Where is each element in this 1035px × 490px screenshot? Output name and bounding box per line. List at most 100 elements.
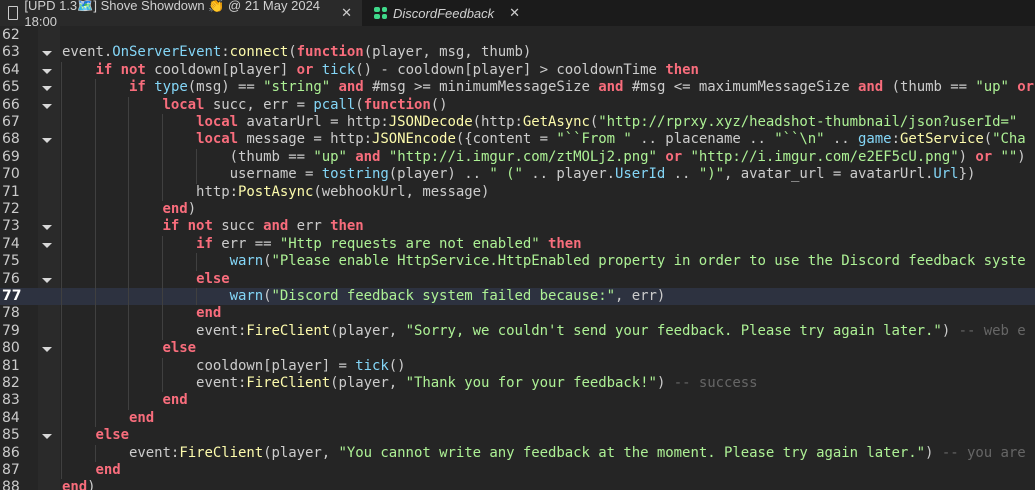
text-token: ( (355, 96, 364, 113)
text-token: (player, (263, 444, 339, 461)
code-line[interactable]: 74 if err == "Http requests are not enab… (0, 235, 1035, 254)
string-token: "``\n" (774, 131, 825, 148)
string-token: "Http requests are not enabled" (279, 235, 540, 252)
code-line[interactable]: 85 else (0, 427, 1035, 445)
code-line[interactable]: 67 local avatarUrl = http:JSONDecode(htt… (0, 114, 1035, 132)
code-line[interactable]: 62 (0, 27, 1035, 44)
code-editor[interactable]: 62 63 event.OnServerEvent:connect(function… (0, 26, 1035, 490)
text-token: (webhookUrl, message) (313, 183, 490, 200)
text-token: ) (187, 201, 197, 217)
fold-arrow-icon[interactable] (42, 434, 52, 440)
code-line[interactable]: 78 end (0, 305, 1035, 323)
text-token: event. (62, 44, 113, 61)
code-line[interactable]: 69 (thumb == "up" and "http://i.imgur.co… (0, 148, 1035, 167)
string-token: "http://i.imgur.com/ztMOLj2.png" (388, 148, 657, 165)
string-token: "http://rprxy.xyz/headshot-thumbnail/jso… (598, 114, 1018, 130)
code-line[interactable]: 66 local succ, err = pcall(function() (0, 96, 1035, 114)
code-line[interactable]: 87 end (0, 462, 1035, 480)
code-text: if err == "Http requests are not enabled… (62, 236, 582, 253)
text-token: (player) .. (388, 166, 490, 183)
keyword-token: if (196, 235, 213, 252)
string-token: "Cha (992, 131, 1026, 148)
code-line[interactable]: 64 if not cooldown[player] or tick() - c… (0, 61, 1035, 80)
keyword-token: then (665, 61, 699, 78)
text-token: (player, msg, thumb) (363, 44, 532, 61)
close-icon[interactable]: ✕ (509, 5, 520, 21)
keyword-token: function (296, 44, 364, 61)
fold-arrow-icon[interactable] (42, 103, 52, 109)
string-token: "Thank you for your feedback!" (405, 375, 657, 391)
code-line[interactable]: 71 http:PostAsync(webhookUrl, message) (0, 183, 1035, 201)
code-line[interactable]: 77 warn("Discord feedback system failed … (0, 288, 1035, 306)
tab-place[interactable]: [UPD 1.3🗺️] Shove Showdown 👏 @ 21 May 20… (0, 0, 362, 29)
text-token: err (288, 218, 331, 235)
code-text: event:FireClient(player, "You cannot wri… (62, 445, 1026, 462)
fold-arrow-icon[interactable] (42, 347, 52, 353)
keyword-token: then (548, 235, 582, 252)
text-token: ) (87, 479, 96, 490)
code-text: (thumb == "up" and "http://i.imgur.com/z… (62, 149, 1026, 166)
code-line[interactable]: 72 end) (0, 201, 1035, 219)
close-icon[interactable]: ✕ (341, 5, 352, 21)
line-number: 78 (2, 305, 20, 322)
keyword-token: else (162, 340, 197, 357)
code-text: http:PostAsync(webhookUrl, message) (62, 184, 489, 201)
comment-token: -- success (673, 375, 758, 391)
line-number: 71 (2, 183, 20, 200)
code-line[interactable]: 86 event:FireClient(player, "You cannot … (0, 444, 1035, 462)
line-number: 88 (2, 479, 20, 490)
code-line[interactable]: 68 local message = http:JSONEncode({cont… (0, 131, 1035, 149)
code-line[interactable]: 65 if type(msg) == "string" and #msg >= … (0, 79, 1035, 97)
code-text: if not succ and err then (62, 218, 364, 235)
code-line[interactable]: 75 warn("Please enable HttpService.HttpE… (0, 253, 1035, 271)
keyword-token: end (129, 409, 155, 426)
code-line[interactable]: 70 username = tostring(player) .. " (" .… (0, 166, 1035, 184)
text-token: : (891, 131, 900, 148)
code-text: end (62, 305, 221, 322)
code-line[interactable]: 76 else (0, 270, 1035, 288)
string-token: "Please enable HttpService.HttpEnabled p… (271, 253, 1026, 270)
keyword-token: end (162, 201, 188, 217)
text-token: (player, (330, 322, 406, 339)
code-line[interactable]: 79 event:FireClient(player, "Sorry, we c… (0, 322, 1035, 341)
fold-arrow-icon[interactable] (42, 277, 52, 283)
line-number: 64 (2, 61, 20, 78)
code-line[interactable]: 80 else (0, 340, 1035, 358)
keyword-token: and (355, 148, 381, 165)
text-token: , err) (615, 288, 666, 304)
fold-arrow-icon[interactable] (42, 68, 52, 74)
code-text: end (62, 462, 121, 479)
tab-discord-feedback[interactable]: DiscordFeedback ✕ (362, 0, 530, 26)
fold-arrow-icon[interactable] (42, 51, 52, 57)
fold-arrow-icon[interactable] (42, 86, 52, 92)
builtin-token: warn (229, 288, 264, 304)
code-line[interactable]: 82 event:FireClient(player, "Thank you f… (0, 375, 1035, 393)
text-token: ) (958, 148, 976, 165)
fold-arrow-icon[interactable] (42, 225, 52, 231)
keyword-token: if (129, 79, 146, 96)
tab-bar: [UPD 1.3🗺️] Shove Showdown 👏 @ 21 May 20… (0, 0, 1035, 29)
code-line[interactable]: 84 end (0, 409, 1035, 428)
line-number: 72 (2, 201, 20, 217)
keyword-token: and (338, 79, 364, 96)
code-line[interactable]: 83 end (0, 392, 1035, 410)
code-line[interactable]: 63 event.OnServerEvent:connect(function(p… (0, 44, 1035, 61)
fold-arrow-icon[interactable] (42, 242, 52, 248)
code-line[interactable]: 88 end) (0, 479, 1035, 490)
line-number: 68 (2, 131, 20, 148)
string-token: "``From " (556, 131, 632, 148)
text-token: cooldown[player] = (62, 357, 356, 374)
text-token: event: (62, 375, 247, 391)
fold-arrow-icon[interactable] (42, 138, 52, 144)
string-token: "string" (263, 79, 331, 96)
code-text: end) (62, 479, 96, 490)
code-line[interactable]: 73 if not succ and err then (0, 218, 1035, 236)
code-line[interactable]: 81 cooldown[player] = tick() (0, 357, 1035, 375)
